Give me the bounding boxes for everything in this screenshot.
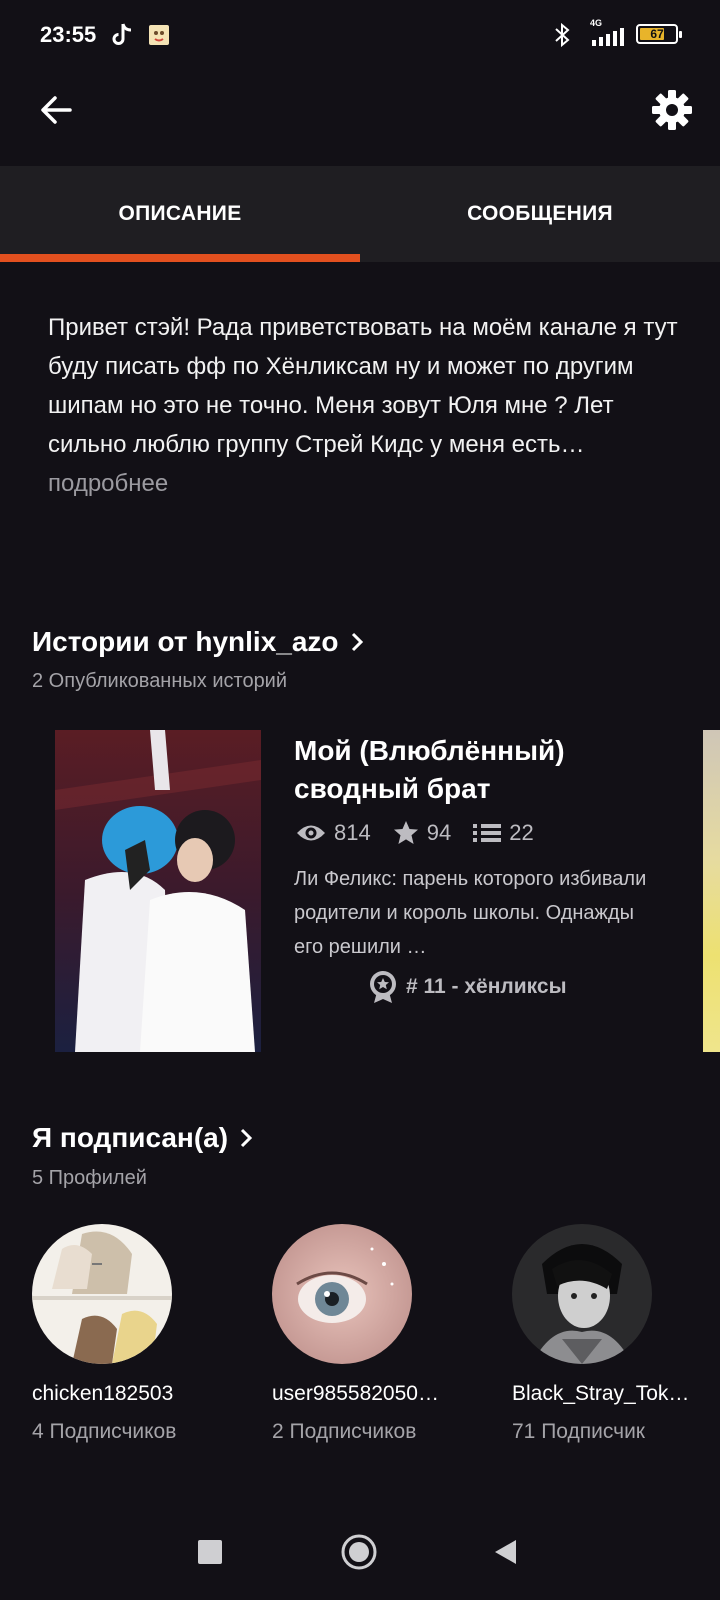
avatar[interactable]: [32, 1224, 172, 1364]
stories-count: 2 Опубликованных историй: [32, 670, 288, 692]
sticker-icon: [149, 25, 169, 45]
profile-card[interactable]: Black_Stray_Tok… 71 Подписчик: [512, 1224, 702, 1444]
story-description: Ли Феликс: парень которого избивали роди…: [294, 868, 647, 958]
stories-section-header[interactable]: Истории от hynlix_azo: [32, 626, 365, 658]
stories-section-title: Истории от hynlix_azo: [32, 626, 339, 657]
tab-bar: ОПИСАНИЕ СООБЩЕНИЯ: [0, 166, 720, 262]
story-rank[interactable]: # 11 - хёнликсы: [368, 970, 567, 1004]
chevron-right-icon: [351, 632, 363, 652]
star-icon: [393, 821, 418, 844]
profile-card[interactable]: user985582050… 2 Подписчиков: [272, 1224, 462, 1444]
read-more-link[interactable]: подробнее: [48, 470, 168, 497]
back-triangle-icon[interactable]: [494, 1539, 518, 1565]
following-count: 5 Профилей: [32, 1167, 147, 1189]
bluetooth-icon: [555, 22, 570, 48]
story-stats: 814 94 22: [296, 820, 556, 846]
home-circle-icon[interactable]: [341, 1534, 377, 1570]
battery-level: 67: [650, 27, 664, 41]
story-rank-label: # 11 - хёнликсы: [406, 975, 567, 998]
story-cover-image[interactable]: [55, 730, 261, 1052]
chevron-right-icon: [241, 1128, 253, 1148]
ranking-badge-icon: [370, 971, 396, 1003]
avatar[interactable]: [512, 1224, 652, 1364]
arrow-left-icon[interactable]: [36, 90, 76, 130]
story-views: 814: [334, 820, 371, 845]
battery-icon: 67: [636, 24, 682, 44]
profile-followers: 2 Подписчиков: [272, 1420, 417, 1443]
recents-square-icon[interactable]: [198, 1540, 222, 1564]
active-tab-indicator: [0, 254, 360, 262]
following-section-title: Я подписан(а): [32, 1122, 229, 1153]
profile-name[interactable]: user985582050…: [272, 1382, 462, 1406]
system-nav-bar: [0, 1500, 720, 1600]
description-text: Привет стэй! Рада приветствовать на моём…: [48, 314, 678, 458]
signal-icon: [592, 28, 624, 46]
avatar[interactable]: [272, 1224, 412, 1364]
story-votes: 94: [426, 820, 452, 845]
next-story-cover-image[interactable]: [703, 730, 720, 1052]
story-title[interactable]: Мой (Влюблённый) сводный брат: [294, 732, 684, 808]
tab-description[interactable]: ОПИСАНИЕ: [0, 166, 360, 262]
profile-followers: 4 Подписчиков: [32, 1420, 177, 1443]
profile-description: Привет стэй! Рада приветствовать на моём…: [48, 308, 688, 503]
status-bar: 23:55 4G 67: [0, 0, 720, 70]
tiktok-icon: [112, 23, 132, 45]
profile-followers: 71 Подписчик: [512, 1420, 645, 1443]
profile-name[interactable]: chicken182503: [32, 1382, 222, 1406]
eye-icon: [297, 825, 325, 841]
parts-list-icon: [473, 824, 502, 842]
tab-messages[interactable]: СООБЩЕНИЯ: [360, 166, 720, 262]
network-label: 4G: [590, 18, 603, 28]
status-time: 23:55: [40, 22, 97, 47]
following-section-header[interactable]: Я подписан(а): [32, 1122, 254, 1154]
gear-icon[interactable]: [650, 88, 694, 132]
story-parts: 22: [509, 820, 534, 845]
profile-name[interactable]: Black_Stray_Tok…: [512, 1382, 702, 1406]
top-bar: [0, 70, 720, 166]
profile-card[interactable]: chicken182503 4 Подписчиков: [32, 1224, 222, 1444]
